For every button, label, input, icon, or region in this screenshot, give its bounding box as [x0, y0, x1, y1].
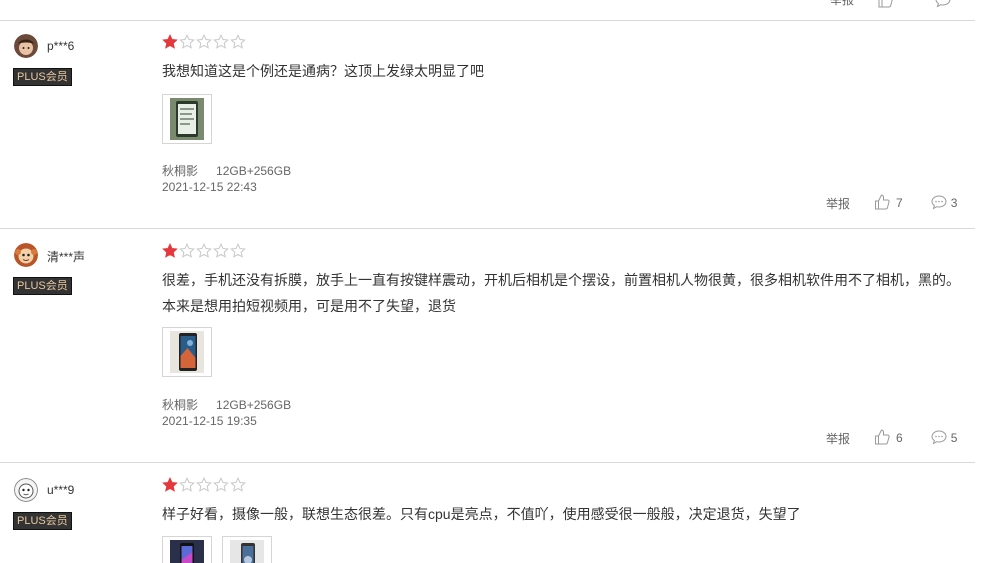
review-item: p***6 PLUS会员 我想知道这是个例还是通病？这顶上发绿太明显了吧 秋桐影…	[0, 20, 1000, 228]
review-text: 很差，手机还没有拆膜，放手上一直有按键样震动，开机后相机是个摆设，前置相机人物很…	[162, 267, 962, 319]
review-text: 样子好看，摄像一般，联想生态很差。只有cpu是亮点，不值吖，使用感受很一般般，决…	[162, 501, 962, 527]
review-text-line: 很差，手机还没有拆膜，放手上一直有按键样震动，开机后相机是个摆设，前置相机人物很…	[162, 272, 960, 288]
review-images	[162, 536, 272, 563]
star-empty-icon	[179, 477, 195, 492]
plus-member-badge: PLUS会员	[13, 68, 72, 86]
review-image-thumbnail[interactable]	[162, 327, 212, 377]
like-count: 6	[896, 431, 903, 445]
comment-button[interactable]: 3	[931, 194, 958, 213]
review-text-line: 本来是想用拍短视频用，可是用不了失望，退货	[162, 298, 456, 314]
avatar[interactable]	[14, 243, 38, 267]
product-color: 秋桐影	[162, 398, 199, 412]
product-spec: 秋桐影 12GB+256GB	[162, 162, 291, 179]
star-empty-icon	[179, 243, 195, 258]
like-button[interactable]: 6	[874, 428, 903, 448]
plus-member-badge: PLUS会员	[13, 512, 72, 530]
like-button[interactable]: 7	[874, 193, 903, 213]
review-text-line: 我想知道这是个例还是通病？这顶上发绿太明显了吧	[162, 63, 484, 79]
review-image-thumbnail[interactable]	[162, 536, 212, 563]
comment-button[interactable]: 5	[931, 429, 958, 448]
star-rating	[162, 243, 246, 259]
avatar[interactable]	[14, 478, 38, 502]
star-rating	[162, 34, 246, 50]
like-icon[interactable]	[877, 0, 893, 13]
like-count: 7	[896, 196, 903, 210]
review-time: 2021-12-15 19:35	[162, 414, 257, 428]
avatar[interactable]	[14, 34, 38, 58]
review-images	[162, 94, 212, 144]
review-text: 我想知道这是个例还是通病？这顶上发绿太明显了吧	[162, 58, 962, 84]
product-storage: 12GB+256GB	[216, 164, 292, 178]
star-filled-icon	[162, 477, 178, 492]
review-image-thumbnail[interactable]	[222, 536, 272, 563]
review-item: 清***声 PLUS会员 很差，手机还没有拆膜，放手上一直有按键样震动，开机后相…	[0, 228, 1000, 462]
review-image-thumbnail[interactable]	[162, 94, 212, 144]
star-empty-icon	[196, 477, 212, 492]
report-link[interactable]: 举报	[826, 195, 850, 212]
review-actions: 举报 6 5	[826, 428, 958, 448]
star-filled-icon	[162, 243, 178, 258]
star-empty-icon	[230, 477, 246, 492]
star-empty-icon	[230, 34, 246, 49]
like-icon	[874, 428, 890, 448]
star-empty-icon	[196, 243, 212, 258]
star-empty-icon	[179, 34, 195, 49]
comment-icon[interactable]	[935, 0, 951, 13]
star-empty-icon	[196, 34, 212, 49]
star-filled-icon	[162, 34, 178, 49]
star-empty-icon	[230, 243, 246, 258]
comment-count: 5	[950, 431, 958, 445]
plus-member-badge: PLUS会员	[13, 277, 72, 295]
username[interactable]: 清***声	[47, 248, 85, 265]
review-text-line: 样子好看，摄像一般，联想生态很差。只有cpu是亮点，不值吖，使用感受很一般般，决…	[162, 506, 801, 522]
previous-review-actions: 举报	[0, 0, 1000, 20]
like-icon	[874, 193, 890, 213]
report-link[interactable]: 举报	[830, 0, 854, 8]
review-item: u***9 PLUS会员 样子好看，摄像一般，联想生态很差。只有cpu是亮点，不…	[0, 462, 1000, 563]
review-time: 2021-12-15 22:43	[162, 180, 257, 194]
username[interactable]: u***9	[47, 483, 74, 497]
review-actions: 举报 7 3	[826, 193, 958, 213]
product-storage: 12GB+256GB	[216, 398, 292, 412]
report-link[interactable]: 举报	[826, 430, 850, 447]
comment-icon	[931, 194, 947, 213]
product-color: 秋桐影	[162, 164, 199, 178]
star-empty-icon	[213, 243, 229, 258]
username[interactable]: p***6	[47, 39, 74, 53]
star-empty-icon	[213, 477, 229, 492]
review-images	[162, 327, 212, 377]
comment-icon	[931, 429, 947, 448]
product-spec: 秋桐影 12GB+256GB	[162, 396, 291, 413]
star-rating	[162, 477, 246, 493]
comment-count: 3	[950, 196, 958, 210]
star-empty-icon	[213, 34, 229, 49]
